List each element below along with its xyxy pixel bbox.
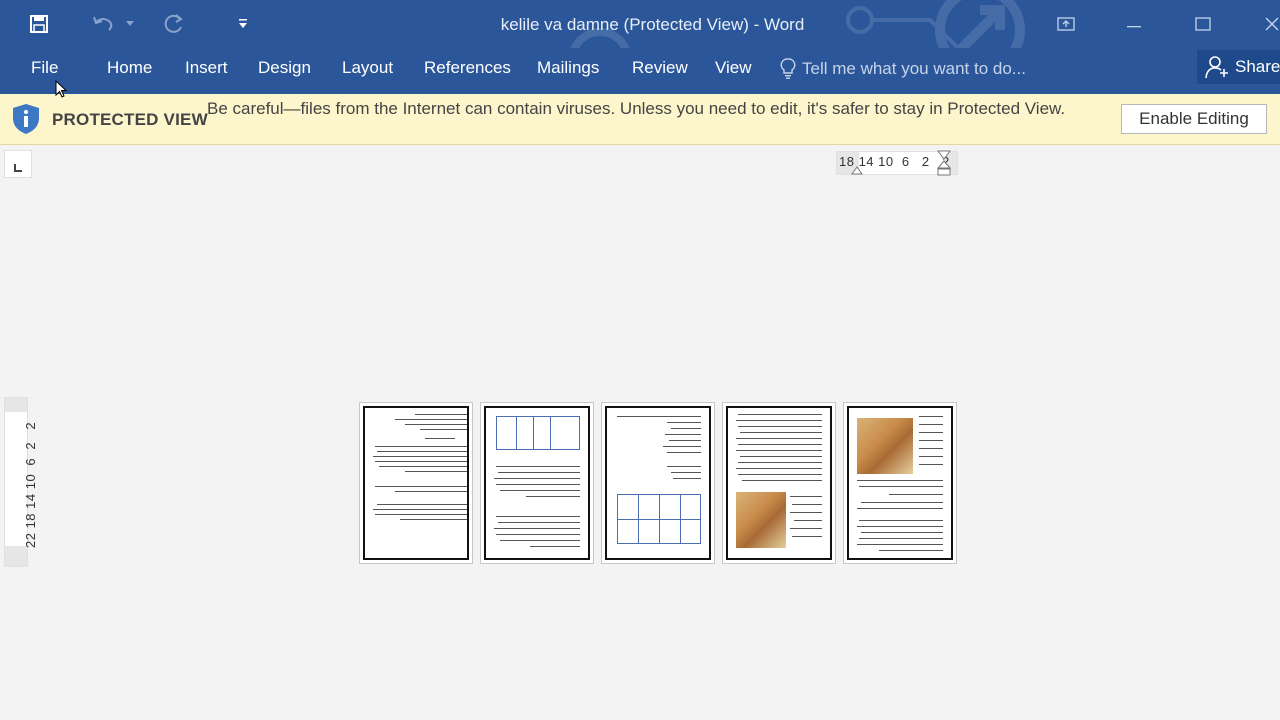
close-icon[interactable] [1252,8,1280,40]
protected-view-message: Be careful—files from the Internet can c… [207,99,1066,118]
shield-info-icon [13,104,39,134]
tab-file[interactable]: File [31,58,58,82]
ribbon-tabs: File Home Insert Design Layout Reference… [0,48,1280,94]
tab-design[interactable]: Design [258,58,311,82]
share-button[interactable]: Share [1197,50,1280,84]
tab-view[interactable]: View [715,58,752,82]
illustration-image [857,418,913,474]
left-indent-marker-icon[interactable] [851,164,863,176]
protected-view-bar: PROTECTED VIEW Be careful—files from the… [0,94,1280,145]
tab-layout[interactable]: Layout [342,58,393,82]
left-tab-icon [14,164,22,172]
page-thumbnail-1[interactable] [359,402,473,564]
title-bar: kelile va damne (Protected View) - Word [0,0,1280,48]
maximize-icon[interactable] [1183,8,1223,40]
page-thumbnail-4[interactable] [722,402,836,564]
minimize-icon[interactable] [1114,8,1154,40]
person-add-icon [1205,56,1228,79]
tab-review[interactable]: Review [632,58,688,82]
protected-view-title: PROTECTED VIEW [52,110,208,129]
tab-references[interactable]: References [424,58,511,82]
page-thumbnail-5[interactable] [843,402,957,564]
lightbulb-icon [780,58,796,79]
page-thumbnail-3[interactable] [601,402,715,564]
window-title: kelile va damne (Protected View) - Word [500,15,805,34]
illustration-image [736,492,786,548]
tab-home[interactable]: Home [107,58,152,82]
vertical-ruler-numbers: 22 18 14 10 6 2 2 [23,421,38,548]
mouse-cursor-icon [55,80,67,98]
tell-me-box[interactable]: Tell me what you want to do... [780,58,1026,80]
share-label: Share [1235,57,1280,76]
enable-editing-button[interactable]: Enable Editing [1121,104,1267,134]
page-thumbnail-2[interactable] [480,402,594,564]
vertical-ruler[interactable]: 22 18 14 10 6 2 2 [4,397,38,567]
tab-mailings[interactable]: Mailings [537,58,599,82]
tab-insert[interactable]: Insert [185,58,228,82]
tell-me-placeholder: Tell me what you want to do... [802,59,1026,78]
right-indent-marker-icon[interactable] [937,150,951,180]
document-area[interactable]: 18 14 10 6 2 2 22 18 14 10 6 2 2 [0,145,1280,720]
tab-selector[interactable] [4,150,32,178]
horizontal-ruler[interactable]: 18 14 10 6 2 2 [836,150,958,176]
ribbon-display-options-icon[interactable] [1046,8,1086,40]
